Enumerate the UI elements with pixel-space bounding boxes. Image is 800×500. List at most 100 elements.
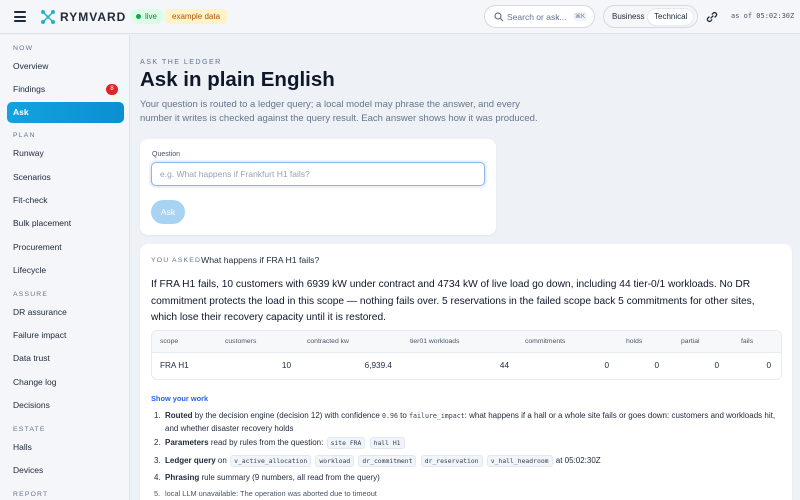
top-bar: RYMVARD live example data Search or ask.… bbox=[0, 0, 800, 34]
sidebar-item-label: Data trust bbox=[13, 353, 50, 363]
sidebar-item-fit-check[interactable]: Fit-check bbox=[7, 190, 124, 211]
question-card: Question Ask bbox=[140, 139, 496, 235]
sidebar-item-label: Procurement bbox=[13, 242, 62, 252]
step-text: local LLM unavailable: The operation was… bbox=[165, 489, 377, 498]
findings-count-badge: 8 bbox=[106, 84, 118, 95]
link-icon[interactable] bbox=[706, 11, 718, 23]
confidence-value: 0.96 bbox=[382, 412, 398, 420]
sidebar-item-procurement[interactable]: Procurement bbox=[7, 237, 124, 258]
sidebar-item-data-trust[interactable]: Data trust bbox=[7, 348, 124, 369]
sidebar-item-overview[interactable]: Overview bbox=[7, 56, 124, 77]
sidebar-item-label: Runway bbox=[13, 148, 44, 158]
sidebar-item-failure-impact[interactable]: Failure impact bbox=[7, 325, 124, 346]
step-number: 1. bbox=[154, 411, 161, 420]
sidebar-item-label: Halls bbox=[13, 442, 32, 452]
table-cell: 10 bbox=[281, 361, 291, 370]
search-box[interactable]: Search or ask... ⌘K bbox=[484, 5, 595, 28]
parameter-chip: hall H1 bbox=[369, 437, 405, 449]
view-mode-toggle: Business Technical bbox=[603, 5, 698, 28]
sidebar-item-bulk-placement[interactable]: Bulk placement bbox=[7, 213, 124, 234]
section-report: REPORT bbox=[13, 491, 49, 498]
table-cell: 0 bbox=[654, 361, 659, 370]
ask-button[interactable]: Ask bbox=[151, 200, 185, 224]
sidebar-item-label: Findings bbox=[13, 84, 46, 94]
menu-icon[interactable] bbox=[14, 11, 26, 22]
sidebar-item-label: Decisions bbox=[13, 400, 50, 410]
table-cell: 0 bbox=[604, 361, 609, 370]
show-your-work-link[interactable]: Show your work bbox=[151, 394, 208, 403]
sidebar-item-label: Failure impact bbox=[13, 330, 67, 340]
sidebar-item-label: Bulk placement bbox=[13, 218, 72, 228]
step-text: to bbox=[400, 411, 407, 420]
section-plan: PLAN bbox=[13, 132, 36, 139]
table-header: scope customers contracted kw tier01 wor… bbox=[152, 331, 781, 353]
main-content: ASK THE LEDGER Ask in plain English Your… bbox=[131, 35, 800, 500]
page-eyebrow: ASK THE LEDGER bbox=[140, 57, 222, 66]
sidebar-item-dr-assurance[interactable]: DR assurance bbox=[7, 302, 124, 323]
column-header: fails bbox=[741, 338, 754, 345]
table-chip: dr_reservation bbox=[420, 455, 483, 467]
answer-card: YOU ASKED What happens if FRA H1 fails? … bbox=[140, 244, 792, 500]
sidebar-item-runway[interactable]: Runway bbox=[7, 143, 124, 164]
step-title: Routed bbox=[165, 411, 193, 420]
step-number: 3. bbox=[154, 456, 161, 465]
step-text: at 05:02:30Z bbox=[555, 456, 601, 465]
you-asked-label: YOU ASKED bbox=[151, 257, 202, 264]
section-assure: ASSURE bbox=[13, 291, 49, 298]
sidebar-item-label: Scenarios bbox=[13, 172, 51, 182]
parameter-chip: site FRA bbox=[326, 437, 366, 449]
search-icon bbox=[494, 12, 504, 22]
sidebar-item-scenarios[interactable]: Scenarios bbox=[7, 167, 124, 188]
step-title: Ledger query bbox=[165, 456, 216, 465]
sidebar-item-halls[interactable]: Halls bbox=[7, 437, 124, 458]
sidebar: NOW Overview Findings 8 Ask PLAN Runway S… bbox=[0, 35, 130, 500]
question-input[interactable] bbox=[151, 162, 485, 186]
view-business-button[interactable]: Business bbox=[606, 9, 650, 25]
column-header: tier01 workloads bbox=[410, 338, 460, 345]
route-target: failure_impact bbox=[409, 412, 465, 420]
live-badge: live bbox=[130, 9, 165, 24]
section-estate: ESTATE bbox=[13, 426, 46, 433]
table-cell: 44 bbox=[499, 361, 509, 370]
page-description: Your question is routed to a ledger quer… bbox=[140, 99, 538, 124]
step-number: 5. bbox=[154, 489, 161, 498]
column-header: scope bbox=[160, 338, 179, 345]
sidebar-item-ask[interactable]: Ask bbox=[7, 102, 124, 123]
example-data-badge: example data bbox=[165, 9, 228, 24]
sidebar-item-lifecycle[interactable]: Lifecycle bbox=[7, 260, 124, 281]
answer-text: If FRA H1 fails, 10 customers with 6939 … bbox=[151, 279, 755, 323]
column-header: contracted kw bbox=[307, 338, 349, 345]
table-cell: 6,939.4 bbox=[364, 361, 392, 370]
table-cell: 0 bbox=[766, 361, 771, 370]
column-header: partial bbox=[681, 338, 700, 345]
step-text: on bbox=[217, 456, 227, 465]
sidebar-item-label: Devices bbox=[13, 465, 44, 475]
step-number: 4. bbox=[154, 473, 161, 482]
table-chip: v_hall_headroom bbox=[486, 455, 553, 467]
sidebar-item-devices[interactable]: Devices bbox=[7, 460, 124, 481]
brand-name: RYMVARD bbox=[60, 10, 127, 24]
table-chip: v_active_allocation bbox=[230, 455, 312, 467]
sidebar-item-change-log[interactable]: Change log bbox=[7, 372, 124, 393]
question-label: Question bbox=[152, 151, 181, 158]
view-technical-button[interactable]: Technical bbox=[648, 9, 694, 25]
sidebar-item-decisions[interactable]: Decisions bbox=[7, 395, 124, 416]
column-header: customers bbox=[225, 338, 257, 345]
step-title: Parameters bbox=[165, 438, 209, 447]
sidebar-item-label: Fit-check bbox=[13, 195, 48, 205]
sidebar-item-label: Ask bbox=[13, 107, 29, 117]
step-title: Phrasing bbox=[165, 473, 200, 482]
step-text: rule summary (9 numbers, all read from t… bbox=[201, 473, 380, 482]
table-cell: 0 bbox=[714, 361, 719, 370]
step-text: by the decision engine (decision 12) wit… bbox=[194, 411, 380, 420]
sidebar-item-findings[interactable]: Findings 8 bbox=[7, 79, 124, 100]
sidebar-item-label: Lifecycle bbox=[13, 265, 47, 275]
table-cell: FRA H1 bbox=[160, 361, 189, 370]
search-placeholder: Search or ask... bbox=[507, 12, 567, 22]
page-title: Ask in plain English bbox=[140, 68, 335, 91]
table-chip: workload bbox=[315, 455, 355, 467]
sidebar-item-label: Overview bbox=[13, 61, 49, 71]
result-table: scope customers contracted kw tier01 wor… bbox=[151, 330, 782, 380]
asked-question: What happens if FRA H1 fails? bbox=[201, 255, 320, 265]
step-number: 2. bbox=[154, 438, 161, 447]
